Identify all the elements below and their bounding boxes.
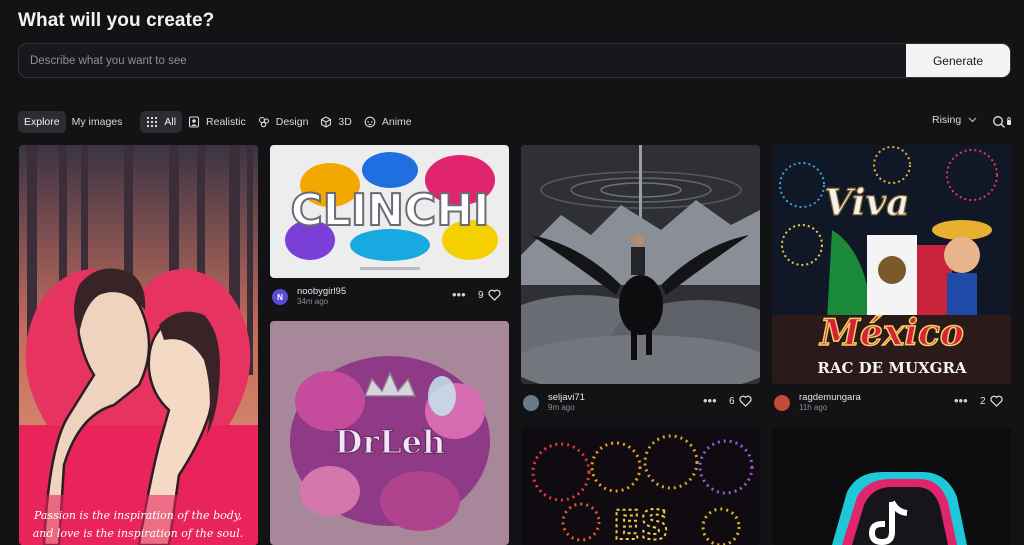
image-card-fireworks[interactable]: ES — [521, 427, 760, 545]
category-label: Realistic — [206, 116, 246, 128]
image-thumbnail: DrLeh — [270, 321, 509, 545]
like-count: 2 — [980, 395, 986, 407]
heart-icon — [989, 395, 1003, 407]
image-card-pegasus[interactable] — [521, 145, 760, 384]
tab-label: My images — [71, 116, 123, 128]
prompt-bar: Generate — [18, 43, 1011, 78]
chevron-down-icon — [968, 117, 977, 123]
category-all[interactable]: All — [140, 111, 183, 133]
timestamp: 11h ago — [799, 403, 828, 412]
avatar[interactable] — [774, 395, 790, 411]
caption-line-2: and love is the inspiration of the soul. — [33, 527, 244, 540]
more-options-icon[interactable]: ••• — [954, 393, 968, 408]
anime-face-icon — [364, 116, 376, 128]
heart-icon — [487, 289, 501, 301]
card-meta-clinchi: N noobygirl95 34m ago ••• 9 — [272, 286, 508, 308]
cube-icon — [321, 116, 332, 128]
search-icon[interactable] — [992, 115, 1014, 129]
timestamp: 9m ago — [548, 403, 575, 412]
more-options-icon[interactable]: ••• — [452, 287, 466, 302]
image-card-viva-mexico[interactable]: Viva México RAC DE MUXGRA — [772, 145, 1011, 384]
username[interactable]: noobygirl95 — [297, 286, 346, 297]
category-label: Design — [275, 116, 309, 128]
category-anime[interactable]: Anime — [358, 111, 418, 133]
category-label: All — [164, 116, 177, 128]
heart-icon — [738, 395, 752, 407]
art-text-viva: Viva — [824, 182, 909, 224]
sort-dropdown[interactable]: Rising — [932, 114, 977, 126]
more-options-icon[interactable]: ••• — [703, 393, 717, 408]
prompt-input[interactable] — [19, 44, 907, 77]
image-thumbnail: Passion is the inspiration of the body, … — [19, 145, 258, 545]
tab-explore[interactable]: Explore — [18, 111, 66, 133]
card-meta-viva-mexico: ragdemungara 11h ago ••• 2 — [774, 392, 1010, 414]
username[interactable]: seljavi71 — [548, 392, 585, 403]
category-3d[interactable]: 3D — [314, 111, 357, 133]
image-thumbnail — [521, 145, 760, 384]
like-count: 9 — [478, 289, 484, 301]
card-meta-pegasus: seljavi71 9m ago ••• 6 — [523, 392, 759, 414]
image-thumbnail: Viva México RAC DE MUXGRA — [772, 145, 1011, 384]
image-card-drleh[interactable]: DrLeh — [270, 321, 509, 545]
image-thumbnail: CLINCHI — [270, 145, 509, 278]
username[interactable]: ragdemungara — [799, 392, 861, 403]
avatar[interactable] — [523, 395, 539, 411]
tab-label: Explore — [24, 116, 60, 128]
image-card-clinchi[interactable]: CLINCHI — [270, 145, 509, 278]
like-button[interactable]: 9 — [478, 289, 501, 301]
generate-button[interactable]: Generate — [906, 44, 1010, 77]
like-count: 6 — [729, 395, 735, 407]
sort-label: Rising — [932, 114, 962, 126]
avatar[interactable]: N — [272, 289, 288, 305]
category-realistic[interactable]: Realistic — [182, 111, 252, 133]
caption-line-1: Passion is the inspiration of the body, — [33, 509, 242, 522]
grid-icon — [147, 117, 158, 127]
art-text-subtitle: RAC DE MUXGRA — [817, 359, 967, 377]
art-text: CLINCHI — [290, 185, 489, 236]
category-label: 3D — [338, 116, 352, 128]
palette-icon — [258, 116, 269, 128]
art-text: DrLeh — [335, 423, 446, 461]
page-title: What will you create? — [18, 10, 215, 31]
like-button[interactable]: 6 — [729, 395, 752, 407]
category-design[interactable]: Design — [252, 111, 315, 133]
tab-my-images[interactable]: My images — [66, 111, 129, 133]
image-card-tiktok[interactable] — [772, 427, 1011, 545]
category-label: Anime — [381, 116, 412, 128]
image-card-couple[interactable]: Passion is the inspiration of the body, … — [19, 145, 258, 545]
timestamp: 34m ago — [297, 297, 329, 306]
portrait-icon — [188, 116, 200, 128]
art-text: ES — [613, 503, 669, 545]
art-text-mexico: México — [818, 312, 964, 354]
image-thumbnail: ES — [521, 427, 760, 545]
filter-bar: Explore My images All Realistic Design 3… — [18, 111, 418, 133]
image-thumbnail — [772, 427, 1011, 545]
like-button[interactable]: 2 — [980, 395, 1003, 407]
